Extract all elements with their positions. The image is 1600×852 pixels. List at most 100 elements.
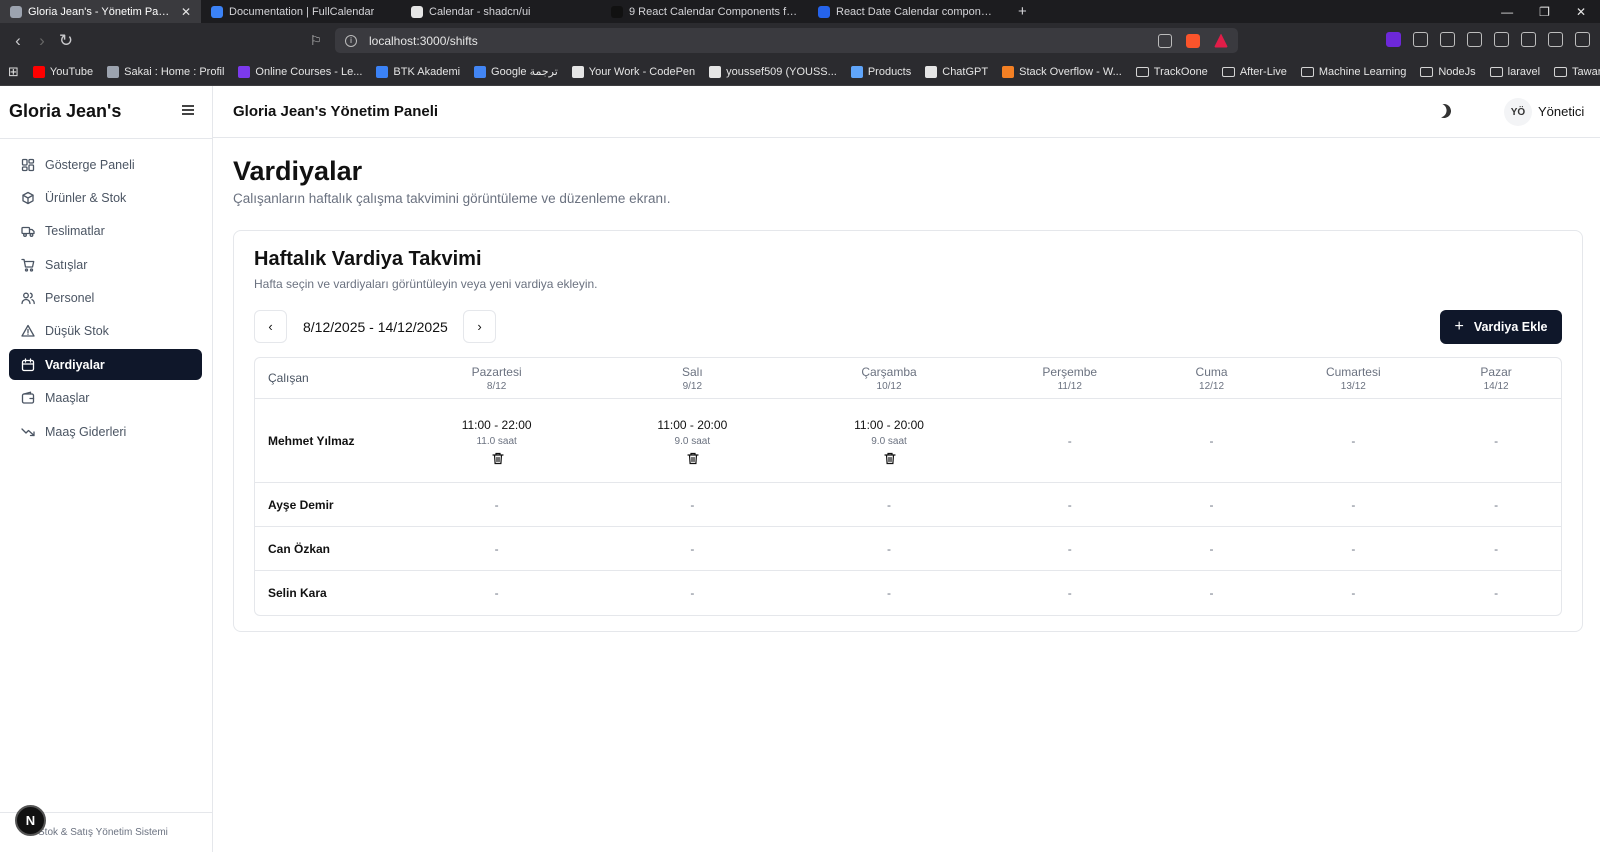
browser-tab[interactable]: Calendar - shadcn/ui <box>401 0 601 23</box>
empty-marker: - <box>690 541 695 556</box>
restore-icon[interactable]: ❐ <box>1539 5 1550 19</box>
next-week-button[interactable]: › <box>463 310 496 343</box>
divider <box>0 138 212 139</box>
brave-rewards-icon[interactable] <box>1214 33 1228 48</box>
bookmark-item[interactable]: Stack Overflow - W... <box>1002 65 1122 78</box>
bookmark-item[interactable]: NodeJs <box>1420 66 1476 78</box>
shift-cell[interactable]: 11:00 - 22:00 11.0 saat <box>395 418 599 464</box>
bookmark-item[interactable]: Tawar-Tec <box>1554 66 1600 78</box>
youtube-icon <box>32 65 45 78</box>
shift-calendar-card: Haftalık Vardiya Takvimi Hafta seçin ve … <box>233 230 1583 632</box>
menu-toggle-icon[interactable] <box>182 105 194 115</box>
bookmark-item[interactable]: ChatGPT <box>925 65 988 78</box>
bookmark-item[interactable]: BTK Akademi <box>376 65 460 78</box>
day-date: 8/12 <box>486 380 507 392</box>
bookmark-item[interactable]: Google ترجمة <box>474 65 558 78</box>
tab-favicon-icon <box>10 5 22 18</box>
user-name[interactable]: Yönetici <box>1538 104 1584 119</box>
puzzle-icon[interactable] <box>1413 32 1428 47</box>
wallet-icon[interactable] <box>1494 32 1509 47</box>
bookmark-item[interactable]: youssef509 (YOUSS... <box>709 65 837 78</box>
share-icon[interactable] <box>1158 33 1172 48</box>
bookmark-item[interactable]: Your Work - CodePen <box>571 65 695 78</box>
menu-icon[interactable] <box>1575 32 1590 47</box>
sidebar-item-personel[interactable]: Personel <box>9 283 202 314</box>
vpn-icon[interactable] <box>1548 32 1563 47</box>
empty-shift-cell: - <box>395 540 599 558</box>
stackoverflow-icon <box>1002 65 1015 78</box>
shift-cell[interactable]: 11:00 - 20:00 9.0 saat <box>786 418 992 464</box>
bookmark-item[interactable]: After-Live <box>1221 66 1287 78</box>
bookmark-item[interactable]: TrackOone <box>1135 66 1208 78</box>
day-column-header: Perşembe 11/12 <box>992 365 1148 392</box>
site-info-icon[interactable]: i <box>345 34 357 47</box>
browser-tab[interactable]: 9 React Calendar Components for Yo <box>601 0 808 23</box>
trash-icon[interactable] <box>687 452 699 464</box>
empty-marker: - <box>494 586 499 600</box>
bookmark-label: Online Courses - Le... <box>255 65 363 78</box>
card-description: Hafta seçin ve vardiyaları görüntüleyin … <box>254 277 598 291</box>
empty-shift-cell: - <box>1148 432 1276 450</box>
empty-marker: - <box>494 541 499 556</box>
shift-cell[interactable]: 11:00 - 20:00 9.0 saat <box>598 418 786 464</box>
address-bar[interactable]: i localhost:3000/shifts <box>335 28 1238 53</box>
bookmark-item[interactable]: YouTube <box>32 65 93 78</box>
sidebar-item-teslimatlar[interactable]: Teslimatlar <box>9 216 202 247</box>
warning-icon <box>21 324 35 338</box>
bookmark-item[interactable]: Sakai : Home : Profil <box>107 65 224 78</box>
sidebar-item-ürünler-stok[interactable]: Ürünler & Stok <box>9 182 202 213</box>
url-text: localhost:3000/shifts <box>369 33 478 48</box>
tab-title: Gloria Jean's - Yönetim Paneli <box>28 5 175 18</box>
day-name: Cumartesi <box>1325 364 1381 379</box>
new-tab-button[interactable]: + <box>1008 3 1037 20</box>
bookmark-item[interactable]: Online Courses - Le... <box>238 65 363 78</box>
screenshot-icon[interactable] <box>1440 32 1455 47</box>
bookmark-item[interactable]: Products <box>850 65 911 78</box>
sidebar-item-satışlar[interactable]: Satışlar <box>9 249 202 280</box>
footer-text: Stok & Satış Yönetim Sistemi <box>38 827 168 838</box>
forward-icon[interactable]: › <box>30 31 54 51</box>
empty-marker: - <box>1494 541 1499 556</box>
previous-week-button[interactable]: ‹ <box>254 310 287 343</box>
bookmark-item[interactable]: laravel <box>1489 66 1540 78</box>
browser-tab[interactable]: Gloria Jean's - Yönetim Paneli ✕ <box>0 0 201 23</box>
add-shift-button[interactable]: + Vardiya Ekle <box>1440 310 1562 344</box>
tab-favicon-icon <box>818 5 830 18</box>
sidebar-item-vardiyalar[interactable]: Vardiyalar <box>9 349 202 381</box>
minimize-icon[interactable]: — <box>1501 5 1513 19</box>
empty-marker: - <box>1067 433 1072 448</box>
avatar[interactable]: YÖ <box>1504 98 1532 126</box>
empty-shift-cell: - <box>1431 432 1561 450</box>
leo-icon[interactable] <box>1521 32 1536 47</box>
table-row: Mehmet Yılmaz 11:00 - 22:00 11.0 saat 11:00… <box>255 399 1561 483</box>
reload-icon[interactable]: ↻ <box>54 31 78 51</box>
trash-icon[interactable] <box>492 452 504 464</box>
nextjs-badge[interactable]: N <box>15 805 46 836</box>
bookmark-item[interactable]: Machine Learning <box>1300 66 1406 78</box>
sidebar-item-label: Ürünler & Stok <box>45 190 127 205</box>
close-window-icon[interactable]: ✕ <box>1576 5 1586 19</box>
extension-icon[interactable] <box>1386 32 1401 47</box>
sidebar-item-düşük-stok[interactable]: Düşük Stok <box>9 316 202 347</box>
sidebar-item-gösterge-paneli[interactable]: Gösterge Paneli <box>9 149 202 180</box>
browser-tab[interactable]: React Date Calendar component - MI <box>808 0 1008 23</box>
bookmarks-bar: ⊞ YouTube Sakai : Home : Profil Online Cou… <box>0 58 1600 86</box>
back-icon[interactable]: ‹ <box>6 31 30 51</box>
dashboard-icon <box>21 158 35 172</box>
browser-tab[interactable]: Documentation | FullCalendar <box>201 0 401 23</box>
close-tab-icon[interactable]: ✕ <box>181 5 191 19</box>
sidebar-nav: Gösterge Paneli Ürünler & Stok Teslimatlar… <box>9 149 202 450</box>
sidebar-toggle-icon[interactable] <box>1467 32 1482 47</box>
trash-icon[interactable] <box>884 452 896 464</box>
brave-shields-icon[interactable] <box>1186 33 1200 48</box>
bookmark-page-icon[interactable]: ⚐ <box>310 33 322 49</box>
empty-marker: - <box>1209 541 1214 556</box>
empty-shift-cell: - <box>1275 432 1431 450</box>
theme-toggle-icon[interactable] <box>1435 102 1453 120</box>
empty-marker: - <box>887 497 892 512</box>
sidebar-item-maaşlar[interactable]: Maaşlar <box>9 383 202 414</box>
empty-shift-cell: - <box>598 584 786 602</box>
extensions-bar <box>1386 32 1590 47</box>
apps-grid-icon[interactable]: ⊞ <box>8 64 19 80</box>
sidebar-item-maaş-giderleri[interactable]: Maaş Giderleri <box>9 416 202 447</box>
